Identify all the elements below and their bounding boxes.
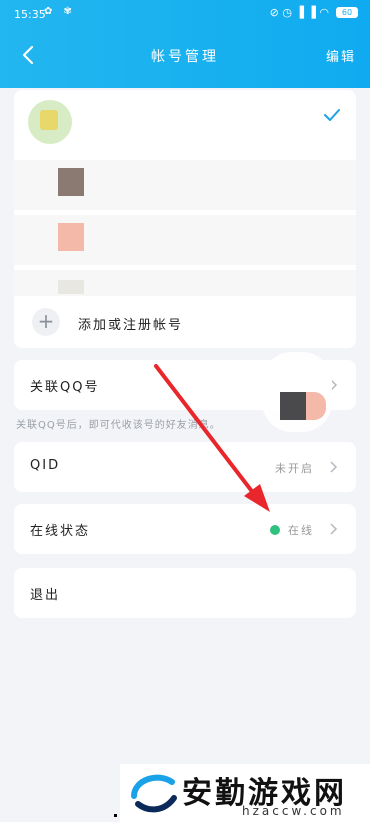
qid-row[interactable]: QID 未开启	[14, 442, 356, 492]
logout-label: 退出	[30, 588, 61, 603]
online-dot-icon	[270, 525, 280, 535]
dot-mark	[114, 814, 117, 817]
system-icons: ⊘ ◷ ▐ ▐ ◠	[269, 6, 329, 19]
edit-button[interactable]: 编辑	[326, 46, 356, 65]
page-title: 帐号管理	[151, 49, 219, 65]
header: 15:35 ✿ ✾ ⊘ ◷ ▐ ▐ ◠ 60 帐号管理 编辑	[0, 0, 370, 88]
blurred-avatar	[280, 392, 326, 420]
online-status-value: 在线	[288, 524, 314, 537]
online-status-row[interactable]: 在线状态 在线	[14, 504, 356, 554]
chevron-right-icon	[330, 461, 338, 473]
chevron-right-icon	[330, 523, 338, 535]
accounts-card: + 添加或注册帐号	[14, 90, 356, 348]
watermark-subtitle: hzaccw.com	[242, 804, 345, 818]
blurred-avatar	[58, 280, 84, 294]
checkmark-icon	[324, 109, 340, 121]
status-bar: 15:35 ✿ ✾ ⊘ ◷ ▐ ▐ ◠ 60	[0, 0, 370, 28]
qid-value: 未开启	[275, 462, 314, 475]
linked-qq-label: 关联QQ号	[30, 380, 100, 395]
linked-qq-hint: 关联QQ号后，即可代收该号的好友消息。	[16, 420, 221, 431]
blurred-avatar	[58, 168, 84, 196]
online-status-label: 在线状态	[30, 524, 91, 539]
logout-row[interactable]: 退出	[14, 568, 356, 618]
avatar[interactable]	[28, 100, 72, 144]
status-right-icons: ⊘ ◷ ▐ ▐ ◠ 60	[270, 6, 358, 19]
watermark: 安勤游戏网 hzaccw.com	[120, 764, 370, 822]
qid-label: QID	[30, 458, 61, 473]
notification-icons: ✿ ✾	[44, 6, 76, 17]
status-time: 15:35	[14, 8, 46, 21]
add-account-button[interactable]: 添加或注册帐号	[78, 314, 183, 333]
blurred-avatar	[58, 223, 84, 251]
lock-icon	[40, 110, 58, 130]
watermark-logo-icon	[131, 774, 177, 813]
battery-icon: 60	[336, 7, 358, 18]
add-icon[interactable]: +	[32, 308, 60, 336]
